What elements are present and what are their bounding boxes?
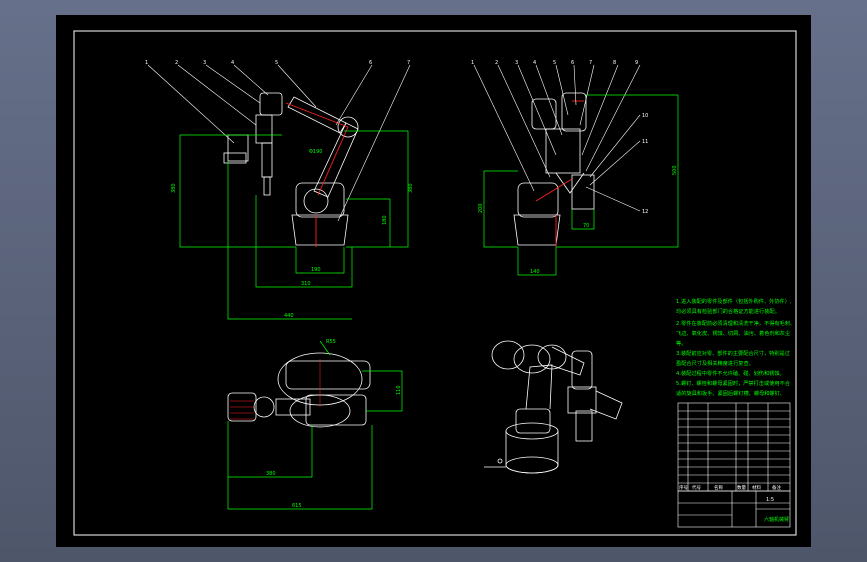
balloon-front-6: 6 <box>369 60 372 66</box>
balloon-front-1: 1 <box>145 60 148 66</box>
tech-note-line-8: 4.装配过程中零件不允许磕、碰、划伤和锈蚀。 <box>676 369 785 377</box>
tech-note-line-9: 5.螺钉、螺栓和螺母紧固时，严禁打击或使用不合 <box>676 379 791 387</box>
dim-front-height-base: 180 <box>382 215 388 225</box>
balloon-front-5: 5 <box>275 60 278 66</box>
tech-note-line-4: 飞边、氧化皮、锈蚀、切屑、油污、着色剂和灰尘 <box>676 329 790 337</box>
dim-front-base-d: Φ190 <box>309 149 322 155</box>
balloon-front-4: 4 <box>231 60 234 66</box>
dim-side-width-base: 140 <box>530 269 540 275</box>
bom-header-code: 代号 <box>692 484 701 491</box>
balloon-side-10: 10 <box>642 113 648 119</box>
balloon-side-1: 1 <box>471 60 474 66</box>
title-scale: 1:5 <box>766 497 774 503</box>
side-axis-lines <box>535 100 584 247</box>
bom-header-name: 名称 <box>714 484 723 491</box>
tech-note-line-7: 盈配合尺寸及相关精度进行复查。 <box>676 359 754 367</box>
tech-note-line-5: 等。 <box>676 339 686 347</box>
tech-note-line-1: 1.进入装配的零件及部件（包括外购件、外协件）, <box>676 297 792 305</box>
bom-header-material: 材料 <box>752 484 761 491</box>
balloon-front-7: 7 <box>407 60 410 66</box>
bom-table <box>677 402 791 492</box>
front-leaders <box>147 64 411 222</box>
balloon-side-4: 4 <box>533 60 536 66</box>
balloon-side-8: 8 <box>613 60 616 66</box>
balloon-side-12: 12 <box>642 209 648 215</box>
front-dimension-text: 380 380 180 190 310 440 Φ190 <box>171 149 414 319</box>
front-balloons: 1 2 3 4 5 6 7 <box>145 60 410 66</box>
tech-note-line-3: 2.零件在装配前必须清理和清洗干净，不得有毛刺、 <box>676 319 795 327</box>
dim-top-length: 615 <box>292 503 302 509</box>
drawing-sheet: 1 2 3 4 5 6 7 380 380 180 190 310 440 Φ1… <box>56 15 811 547</box>
dim-front-height-total: 380 <box>171 183 177 193</box>
dim-side-small: 70 <box>583 223 589 229</box>
bom-header-no: 序号 <box>679 484 688 491</box>
balloon-side-6: 6 <box>571 60 574 66</box>
dim-top-radius: R55 <box>326 339 336 345</box>
tech-note-line-2: 均必须具有检验部门的合格证方能进行装配。 <box>676 307 780 315</box>
top-view <box>227 352 371 428</box>
dim-side-height-total: 500 <box>672 165 678 175</box>
bom-header-notes: 备注 <box>772 484 781 491</box>
balloon-side-7: 7 <box>589 60 592 66</box>
dim-top-width: 380 <box>266 471 276 477</box>
balloon-side-11: 11 <box>642 139 648 145</box>
title-block-text: 六轴机械臂 1:5 <box>764 497 789 523</box>
balloon-side-2: 2 <box>495 60 498 66</box>
cad-viewport: 1 2 3 4 5 6 7 380 380 180 190 310 440 Φ1… <box>0 0 867 562</box>
bom-header-qty: 数量 <box>737 484 746 491</box>
dim-front-width-base: 190 <box>311 267 321 273</box>
tech-note-line-10: 适的旋具和扳手。紧固后螺钉槽、螺母和螺钉、 <box>676 389 785 397</box>
balloon-side-5: 5 <box>553 60 556 66</box>
balloon-front-2: 2 <box>175 60 178 66</box>
title-drawing-name: 六轴机械臂 <box>764 516 789 523</box>
bom-header-row: 序号 代号 名称 数量 材料 备注 <box>679 484 781 491</box>
balloon-side-9: 9 <box>635 60 638 66</box>
balloon-side-3: 3 <box>515 60 518 66</box>
technical-notes: 1.进入装配的零件及部件（包括外购件、外协件）, 均必须具有检验部门的合格证方能… <box>676 297 795 397</box>
tech-note-line-6: 3.装配前应对零、部件的主要配合尺寸，特别是过 <box>676 349 790 357</box>
dim-front-height-right: 380 <box>408 183 414 193</box>
dim-top-height: 110 <box>396 385 402 395</box>
dim-front-width-total: 440 <box>284 313 294 319</box>
balloon-front-3: 3 <box>203 60 206 66</box>
side-leaders <box>473 64 641 212</box>
front-dimensions <box>179 130 409 320</box>
dim-front-width-mid: 310 <box>301 281 311 287</box>
dim-side-height-left: 200 <box>478 203 484 213</box>
isometric-view <box>484 340 623 474</box>
